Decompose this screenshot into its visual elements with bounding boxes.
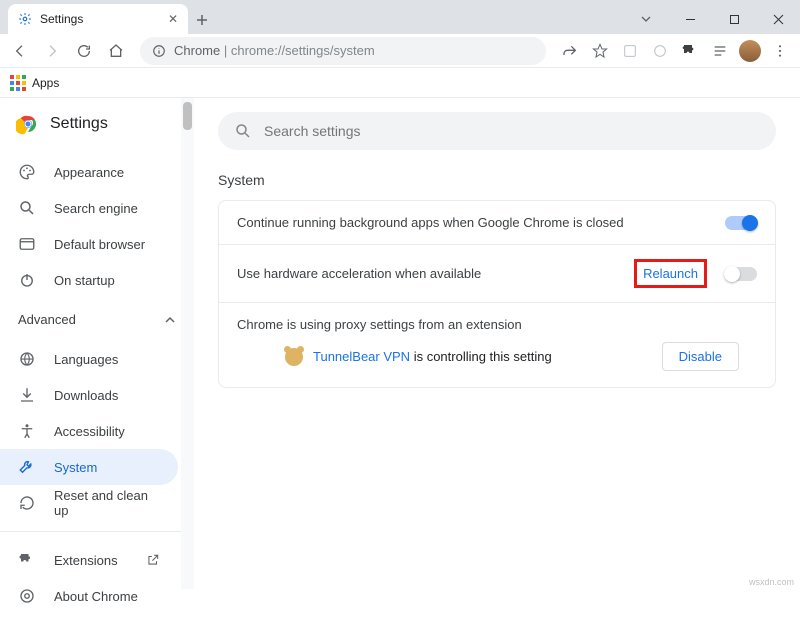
search-input[interactable] <box>264 123 760 139</box>
palette-icon <box>18 163 36 181</box>
sidebar-item-label: Search engine <box>54 201 138 216</box>
sidebar-item-search-engine[interactable]: Search engine <box>0 190 178 226</box>
address-bar[interactable]: Chrome | chrome://settings/system <box>140 37 546 65</box>
share-icon[interactable] <box>556 37 584 65</box>
sidebar-item-label: Languages <box>54 352 118 367</box>
sidebar-item-label: System <box>54 460 97 475</box>
minimize-button[interactable] <box>668 4 712 34</box>
row-background-apps: Continue running background apps when Go… <box>219 201 775 244</box>
sidebar-item-label: Appearance <box>54 165 124 180</box>
bookmarks-bar: Apps <box>0 68 800 98</box>
tunnelbear-icon <box>285 348 303 366</box>
external-link-icon <box>146 553 160 567</box>
download-icon <box>18 386 36 404</box>
sidebar-item-label: Extensions <box>54 553 118 568</box>
chrome-icon <box>18 587 36 605</box>
extension-link[interactable]: TunnelBear VPN <box>313 349 410 364</box>
sidebar-item-label: Accessibility <box>54 424 125 439</box>
back-button[interactable] <box>6 37 34 65</box>
maximize-button[interactable] <box>712 4 756 34</box>
new-tab-button[interactable] <box>188 6 216 34</box>
system-card: Continue running background apps when Go… <box>218 200 776 388</box>
sidebar-item-accessibility[interactable]: Accessibility <box>0 413 178 449</box>
sidebar-item-languages[interactable]: Languages <box>0 341 178 377</box>
sidebar-item-label: Reset and clean up <box>54 488 160 518</box>
home-button[interactable] <box>102 37 130 65</box>
power-icon <box>18 271 36 289</box>
apps-label[interactable]: Apps <box>32 76 59 90</box>
puzzle-icon <box>18 551 36 569</box>
watermark: wsxdn.com <box>749 577 794 587</box>
sidebar-item-reset[interactable]: Reset and clean up <box>0 485 178 521</box>
chevron-down-icon[interactable] <box>624 4 668 34</box>
plus-icon <box>196 14 208 26</box>
reload-button[interactable] <box>70 37 98 65</box>
sidebar-item-system[interactable]: System <box>0 449 178 485</box>
settings-header: Settings <box>0 98 194 150</box>
sidebar-item-extensions[interactable]: Extensions <box>0 542 178 578</box>
apps-icon[interactable] <box>10 75 26 91</box>
bookmark-icon[interactable] <box>586 37 614 65</box>
toggle-hardware-acceleration[interactable] <box>725 267 757 281</box>
sidebar-item-label: Default browser <box>54 237 145 252</box>
page-title: Settings <box>50 115 108 133</box>
chevron-up-icon <box>164 314 176 326</box>
profile-avatar[interactable] <box>736 37 764 65</box>
relaunch-highlight: Relaunch <box>634 259 707 288</box>
browser-tab[interactable]: Settings ✕ <box>8 4 188 34</box>
gear-icon <box>18 12 32 26</box>
row-label: Chrome is using proxy settings from an e… <box>237 317 757 332</box>
row-hardware-acceleration: Use hardware acceleration when available… <box>219 244 775 302</box>
sidebar-scrollbar[interactable] <box>181 98 194 589</box>
extension-controlling-text: TunnelBear VPN is controlling this setti… <box>313 349 552 364</box>
settings-search[interactable] <box>218 112 776 150</box>
window-titlebar: Settings ✕ <box>0 0 800 34</box>
chrome-logo-icon <box>16 112 40 136</box>
search-icon <box>234 122 252 140</box>
reading-list-icon[interactable] <box>706 37 734 65</box>
row-proxy: Chrome is using proxy settings from an e… <box>219 302 775 387</box>
close-window-button[interactable] <box>756 4 800 34</box>
menu-button[interactable] <box>766 37 794 65</box>
sidebar-item-default-browser[interactable]: Default browser <box>0 226 178 262</box>
settings-main: System Continue running background apps … <box>194 98 800 589</box>
sidebar-item-label: About Chrome <box>54 589 138 604</box>
sidebar-item-on-startup[interactable]: On startup <box>0 262 178 298</box>
site-info-icon <box>152 44 166 58</box>
row-label: Use hardware acceleration when available <box>237 266 634 281</box>
puzzle-icon[interactable] <box>676 37 704 65</box>
advanced-label: Advanced <box>18 312 76 327</box>
close-icon[interactable]: ✕ <box>168 12 178 26</box>
settings-sidebar: Settings Appearance Search engine Defaul… <box>0 98 194 589</box>
forward-button[interactable] <box>38 37 66 65</box>
accessibility-icon <box>18 422 36 440</box>
wrench-icon <box>18 458 36 476</box>
row-label: Continue running background apps when Go… <box>237 215 725 230</box>
omnibox-text: Chrome | chrome://settings/system <box>174 43 375 58</box>
sidebar-item-appearance[interactable]: Appearance <box>0 154 178 190</box>
globe-icon <box>18 350 36 368</box>
sidebar-item-about[interactable]: About Chrome <box>0 578 178 614</box>
tab-title: Settings <box>40 12 160 26</box>
window-controls <box>624 4 800 34</box>
search-icon <box>18 199 36 217</box>
sidebar-item-label: On startup <box>54 273 115 288</box>
sidebar-item-downloads[interactable]: Downloads <box>0 377 178 413</box>
sidebar-section-advanced[interactable]: Advanced <box>0 302 194 337</box>
section-title: System <box>218 172 776 188</box>
extension-icon[interactable] <box>616 37 644 65</box>
sidebar-item-label: Downloads <box>54 388 118 403</box>
disable-button[interactable]: Disable <box>662 342 739 371</box>
extension-icon[interactable] <box>646 37 674 65</box>
toggle-background-apps[interactable] <box>725 216 757 230</box>
relaunch-button[interactable]: Relaunch <box>643 266 698 281</box>
browser-toolbar: Chrome | chrome://settings/system <box>0 34 800 68</box>
restore-icon <box>18 494 36 512</box>
browser-icon <box>18 235 36 253</box>
